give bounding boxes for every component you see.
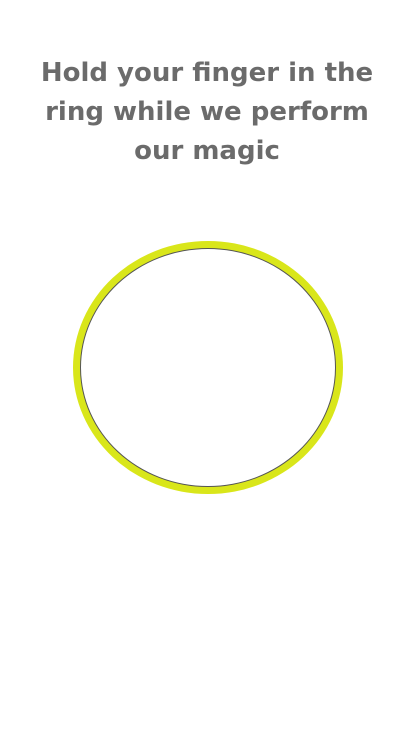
instruction-text: Hold your finger in the ring while we pe…	[40, 58, 374, 166]
finger-touch-area[interactable]	[80, 248, 336, 487]
